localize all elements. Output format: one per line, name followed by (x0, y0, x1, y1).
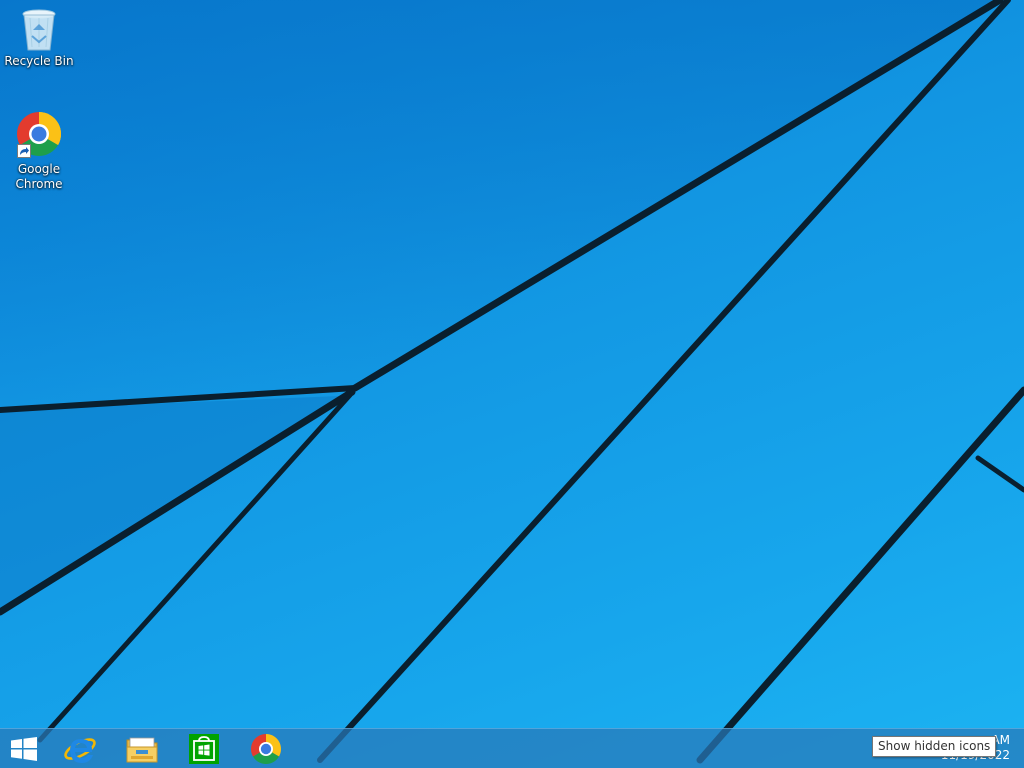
taskbar-chrome-button[interactable] (236, 729, 296, 768)
desktop-icon-recycle-bin[interactable]: Recycle Bin (3, 6, 75, 69)
windows-logo-icon (11, 736, 37, 761)
store-icon (189, 733, 219, 764)
taskbar-internet-explorer-button[interactable] (50, 729, 110, 768)
desktop-icon-google-chrome[interactable]: Google Chrome (3, 110, 75, 192)
start-button[interactable] (0, 729, 48, 768)
folder-icon (126, 737, 158, 762)
wallpaper (0, 0, 1024, 764)
recycle-bin-label: Recycle Bin (4, 54, 74, 68)
recycle-bin-icon (22, 9, 56, 51)
taskbar[interactable]: AM 11/19/2022 (0, 728, 1024, 768)
desktop[interactable]: Recycle Bin Google Chrome AM Show hidden… (0, 0, 1024, 768)
internet-explorer-icon (64, 737, 96, 763)
shortcut-arrow-icon (17, 144, 31, 158)
taskbar-store-button[interactable] (174, 729, 234, 768)
show-hidden-icons-tooltip: Show hidden icons (872, 736, 997, 757)
taskbar-file-explorer-button[interactable] (112, 729, 172, 768)
chrome-icon (251, 733, 281, 764)
chrome-label: Google Chrome (15, 162, 63, 191)
